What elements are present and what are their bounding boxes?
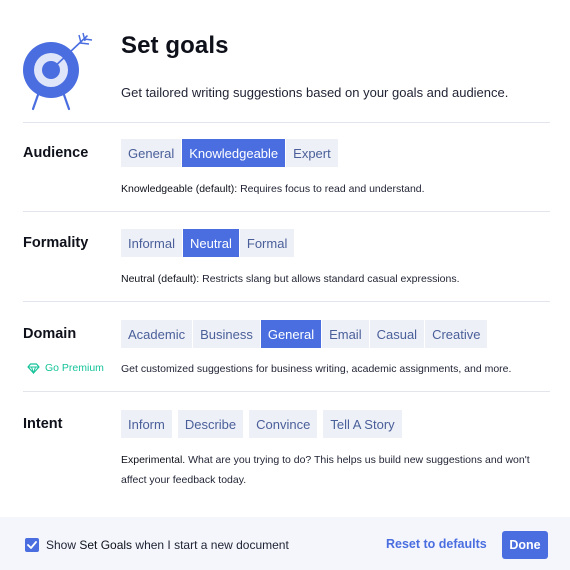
show-set-goals-checkbox[interactable] bbox=[25, 538, 39, 552]
formality-option-neutral[interactable]: Neutral bbox=[182, 229, 239, 257]
divider bbox=[23, 211, 550, 212]
reset-to-defaults-button[interactable]: Reset to defaults bbox=[386, 537, 487, 551]
domain-option-business[interactable]: Business bbox=[193, 320, 260, 348]
dialog-subtitle: Get tailored writing suggestions based o… bbox=[121, 85, 509, 100]
show-suffix: when I start a new document bbox=[132, 538, 289, 552]
diamond-icon bbox=[27, 362, 40, 374]
intent-option-describe[interactable]: Describe bbox=[177, 410, 244, 438]
domain-option-academic[interactable]: Academic bbox=[121, 320, 193, 348]
audience-option-expert[interactable]: Expert bbox=[286, 139, 338, 167]
show-strong: Set Goals bbox=[79, 538, 133, 552]
go-premium-label: Go Premium bbox=[45, 362, 104, 374]
audience-description: Knowledgeable (default): Requires focus … bbox=[121, 179, 541, 199]
audience-option-general[interactable]: General bbox=[121, 139, 182, 167]
show-set-goals-label: Show Set Goals when I start a new docume… bbox=[46, 538, 289, 552]
intent-label: Intent bbox=[23, 416, 63, 432]
intent-description: Experimental. What are you trying to do?… bbox=[121, 450, 541, 490]
intent-desc-strong: Experimental. bbox=[121, 454, 186, 466]
domain-option-creative[interactable]: Creative bbox=[425, 320, 488, 348]
checkmark-icon bbox=[27, 541, 37, 549]
domain-option-email[interactable]: Email bbox=[322, 320, 369, 348]
divider bbox=[23, 391, 550, 392]
intent-options: Inform Describe Convince Tell A Story bbox=[121, 410, 402, 438]
audience-options: General Knowledgeable Expert bbox=[121, 139, 338, 167]
formality-label: Formality bbox=[23, 235, 89, 251]
divider bbox=[23, 122, 550, 123]
divider bbox=[23, 301, 550, 302]
audience-label: Audience bbox=[23, 145, 89, 161]
formality-options: Informal Neutral Formal bbox=[121, 229, 295, 257]
formality-option-informal[interactable]: Informal bbox=[121, 229, 182, 257]
intent-option-tell-a-story[interactable]: Tell A Story bbox=[323, 410, 402, 438]
go-premium-link[interactable]: Go Premium bbox=[27, 362, 104, 374]
dialog-title: Set goals bbox=[121, 32, 229, 59]
domain-label: Domain bbox=[23, 326, 77, 342]
intent-option-inform[interactable]: Inform bbox=[121, 410, 172, 438]
show-prefix: Show bbox=[46, 538, 80, 552]
domain-description: Get customized suggestions for business … bbox=[121, 363, 512, 375]
formality-option-formal[interactable]: Formal bbox=[239, 229, 295, 257]
formality-desc-text: Restricts slang but allows standard casu… bbox=[199, 273, 460, 285]
domain-option-general[interactable]: General bbox=[260, 320, 322, 348]
intent-option-convince[interactable]: Convince bbox=[249, 410, 318, 438]
target-icon bbox=[23, 32, 93, 111]
audience-desc-text: Requires focus to read and understand. bbox=[237, 183, 425, 195]
domain-options: Academic Business General Email Casual C… bbox=[121, 320, 488, 348]
done-button[interactable]: Done bbox=[502, 531, 548, 559]
dialog-header: Set goals Get tailored writing suggestio… bbox=[0, 0, 570, 122]
domain-option-casual[interactable]: Casual bbox=[369, 320, 425, 348]
audience-option-knowledgeable[interactable]: Knowledgeable bbox=[182, 139, 286, 167]
formality-desc-strong: Neutral (default): bbox=[121, 273, 200, 285]
audience-desc-strong: Knowledgeable (default): bbox=[121, 183, 238, 195]
dialog-footer: Show Set Goals when I start a new docume… bbox=[0, 517, 570, 570]
formality-description: Neutral (default): Restricts slang but a… bbox=[121, 269, 541, 289]
